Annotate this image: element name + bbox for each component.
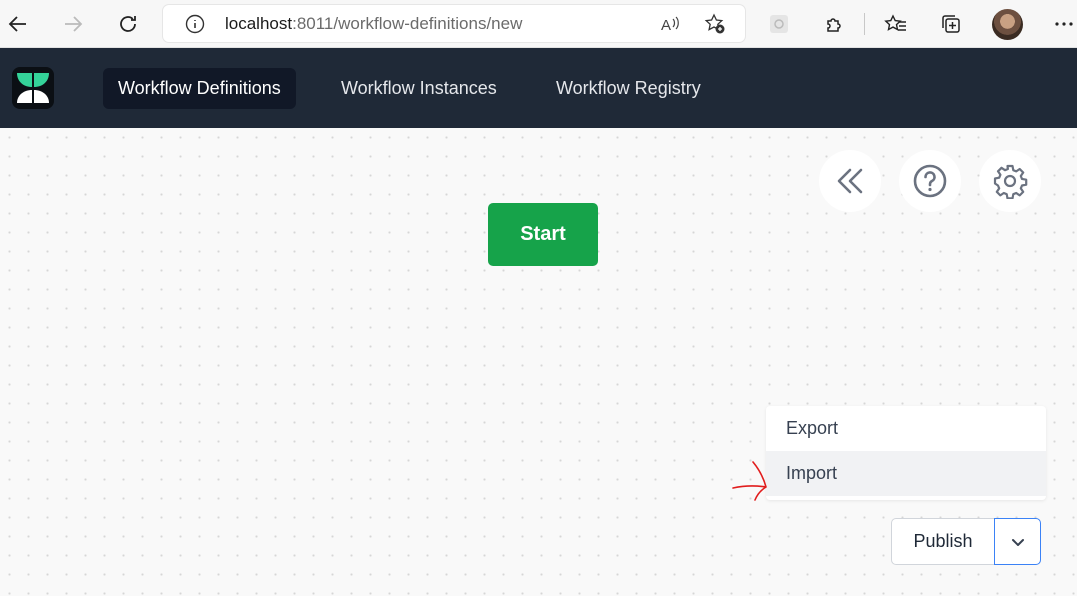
refresh-icon[interactable] [112,8,144,40]
publish-dropdown-menu: Export Import [766,406,1046,500]
info-icon[interactable] [185,14,205,39]
url-path: :8011/workflow-definitions/new [292,14,523,33]
designer-canvas[interactable]: Start Export Import Publish [0,128,1077,596]
chevron-down-icon [1011,538,1024,546]
browser-toolbar: localhost:8011/workflow-definitions/new … [0,0,1077,48]
toolbar-divider [864,13,865,35]
address-bar[interactable]: localhost:8011/workflow-definitions/new … [163,5,745,42]
publish-dropdown-toggle[interactable] [994,518,1041,565]
nav-workflow-instances[interactable]: Workflow Instances [326,68,512,109]
forward-icon[interactable] [57,8,89,40]
svg-text:A: A [661,17,671,34]
settings-icon[interactable] [979,150,1041,212]
extension-gear-icon[interactable] [763,8,795,40]
favorites-icon[interactable] [880,8,912,40]
red-arrow-annotation [732,461,767,501]
elsa-logo[interactable] [12,67,54,109]
favorite-add-icon[interactable] [703,12,727,41]
read-aloud-icon[interactable]: A [659,13,681,40]
help-icon[interactable] [899,150,961,212]
extensions-icon[interactable] [818,8,850,40]
app-header: Workflow Definitions Workflow Instances … [0,48,1077,128]
collections-icon[interactable] [935,8,967,40]
url-host: localhost [225,14,293,33]
more-menu-icon[interactable] [1048,8,1077,40]
publish-button-group: Publish [891,518,1041,565]
url-text: localhost:8011/workflow-definitions/new [225,14,522,34]
publish-button[interactable]: Publish [891,518,995,565]
back-icon[interactable] [2,8,34,40]
profile-avatar[interactable] [992,9,1023,40]
menu-item-export[interactable]: Export [766,406,1046,451]
start-activity[interactable]: Start [488,203,598,266]
nav-workflow-definitions[interactable]: Workflow Definitions [103,68,296,109]
nav-workflow-registry[interactable]: Workflow Registry [541,68,716,109]
menu-item-import[interactable]: Import [766,451,1046,496]
collapse-left-icon[interactable] [819,150,881,212]
